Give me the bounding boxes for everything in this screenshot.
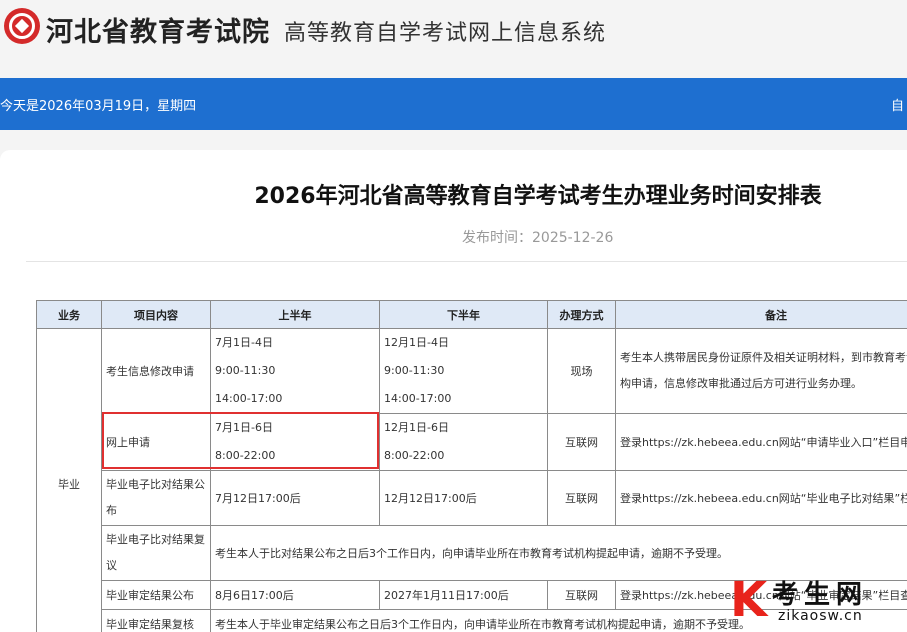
site-header: 河北省教育考试院 高等教育自学考试网上信息系统 [0,0,907,78]
first-half-cell: 7月12日17:00后 [210,470,380,526]
watermark-logo: K 考生网 zikaosw.cn [730,574,907,632]
first-half-cell: 7月1日-6日 8:00-22:00 [210,413,380,471]
first-half-cell: 7月1日-4日 9:00-11:30 14:00-17:00 [210,328,380,414]
method-cell: 现场 [547,328,616,414]
time-line: 14:00-17:00 [384,392,452,405]
method-cell: 互联网 [547,470,616,526]
title-divider [26,261,907,262]
nav-right-link[interactable]: 自 [891,95,907,114]
table-row: 毕业 考生信息修改申请 7月1日-4日 9:00-11:30 14:00-17:… [36,328,907,632]
col-header: 业务 [36,300,102,329]
note-cell: 登录https://zk.hebeea.edu.cn网站“毕业电子比对结果”栏目… [615,470,907,526]
time-line: 8:00-22:00 [384,449,445,462]
item-cell: 网上申请 [101,413,211,471]
second-half-cell: 12月1日-4日 9:00-11:30 14:00-17:00 [379,328,548,414]
item-cell: 考生信息修改申请 [101,328,211,414]
item-cell: 毕业审定结果复核 [101,609,211,632]
table-row: 网上申请 7月1日-6日 8:00-22:00 12月1日-6日 8:00-22… [37,413,907,471]
time-line: 14:00-17:00 [215,392,283,405]
org-name[interactable]: 河北省教育考试院 [46,10,270,49]
time-line: 12月1日-6日 [384,421,449,434]
merged-note-cell: 考生本人于比对结果公布之日后3个工作日内，向申请毕业所在市教育考试机构提起申请，… [210,525,907,581]
table-row: 毕业电子比对结果复议 考生本人于比对结果公布之日后3个工作日内，向申请毕业所在市… [37,525,907,581]
note-cell: 登录https://zk.hebeea.edu.cn网站“申请毕业入口”栏目申请 [615,413,907,471]
time-line: 7月1日-6日 [215,421,273,434]
current-date: 今天是2026年03月19日，星期四 [0,99,197,114]
org-logo-icon[interactable] [4,8,40,44]
item-cell: 毕业电子比对结果公布 [101,470,211,526]
col-header: 上半年 [210,300,380,329]
col-header: 下半年 [379,300,548,329]
time-line: 9:00-11:30 [215,364,276,377]
item-cell: 毕业审定结果公布 [101,580,211,610]
watermark-cn: 考生网 [772,580,869,610]
second-half-cell: 12月1日-6日 8:00-22:00 [379,413,548,471]
note-cell: 考生本人携带居民身份证原件及相关证明材料，到市教育考试机构申请，信息修改审批通过… [615,328,907,414]
nav-bar: 今天是2026年03月19日，星期四 自 [0,78,907,130]
system-name: 高等教育自学考试网上信息系统 [284,21,607,46]
first-half-cell: 8月6日17:00后 [210,580,380,610]
table-row: 毕业电子比对结果公布 7月12日17:00后 12月12日17:00后 互联网 … [37,470,907,526]
table-header-row: 业务 项目内容 上半年 下半年 办理方式 备注 [36,300,907,329]
col-header: 办理方式 [547,300,616,329]
category-cell: 毕业 [36,328,102,632]
method-cell: 互联网 [547,580,616,610]
time-line: 7月1日-4日 [215,336,273,349]
second-half-cell: 12月12日17:00后 [379,470,548,526]
second-half-cell: 2027年1月11日17:00后 [379,580,548,610]
col-header: 备注 [615,300,907,329]
method-cell: 互联网 [547,413,616,471]
watermark-en: zikaosw.cn [778,608,863,624]
time-line: 8:00-22:00 [215,449,276,462]
publish-time: 发布时间：2025-12-26 [462,230,614,246]
time-line: 9:00-11:30 [384,364,445,377]
article-title: 2026年河北省高等教育自学考试考生办理业务时间安排表 [254,184,822,209]
time-line: 12月1日-4日 [384,336,449,349]
watermark-k-icon: K [730,572,768,628]
item-cell: 毕业电子比对结果复议 [101,525,211,581]
col-header: 项目内容 [101,300,211,329]
